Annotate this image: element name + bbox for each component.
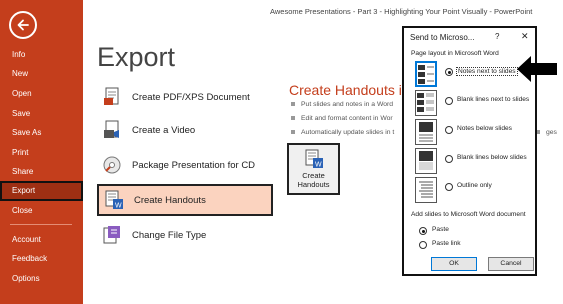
label-blank-lines-next[interactable]: Blank lines next to slides: [457, 96, 529, 103]
create-handouts-button-label-1: Create: [302, 171, 325, 180]
export-option-pdf[interactable]: Create PDF/XPS Document: [97, 82, 272, 112]
create-handouts-button[interactable]: W Create Handouts: [287, 143, 340, 195]
label-paste-link[interactable]: Paste link: [432, 240, 461, 247]
back-button[interactable]: [9, 11, 37, 39]
label-notes-below[interactable]: Notes below slides: [457, 125, 512, 132]
export-option-label: Create Handouts: [134, 194, 206, 206]
export-option-create-handouts[interactable]: W Create Handouts: [97, 184, 273, 216]
nav-save-as[interactable]: Save As: [0, 123, 83, 143]
label-paste[interactable]: Paste: [432, 226, 449, 233]
radio-paste-link[interactable]: [419, 241, 427, 249]
dialog-title: Send to Microso...: [410, 33, 475, 42]
radio-notes-below[interactable]: [445, 126, 453, 134]
page-title: Export: [97, 42, 176, 72]
radio-paste[interactable]: [419, 227, 427, 235]
backstage-sidebar: Info New Open Save Save As Print Share E…: [0, 0, 83, 304]
window-title: Awesome Presentations - Part 3 - Highlig…: [270, 7, 533, 16]
cd-icon: [102, 155, 122, 175]
handouts-bullet: Automatically update slides in t: [291, 129, 394, 136]
layout-thumb-blank-next[interactable]: [415, 90, 437, 116]
pdf-document-icon: [102, 87, 122, 107]
nav-save[interactable]: Save: [0, 104, 83, 124]
file-type-icon: [102, 225, 122, 245]
nav-share[interactable]: Share: [0, 162, 83, 182]
layout-thumb-notes-next[interactable]: [415, 61, 437, 87]
label-notes-next-to-slides[interactable]: Notes next to slides: [456, 67, 518, 76]
add-slides-heading: Add slides to Microsoft Word document: [411, 211, 526, 218]
nav-feedback[interactable]: Feedback: [0, 249, 83, 269]
sidebar-divider: [10, 224, 72, 225]
export-option-label: Create PDF/XPS Document: [132, 91, 250, 103]
handouts-icon: W: [305, 149, 323, 169]
label-outline-only[interactable]: Outline only: [457, 182, 492, 189]
svg-text:W: W: [115, 203, 122, 210]
create-handouts-button-label-2: Handouts: [297, 180, 330, 189]
handouts-icon: W: [104, 190, 124, 210]
export-option-package-cd[interactable]: Package Presentation for CD: [97, 150, 272, 180]
radio-notes-next-to-slides[interactable]: [445, 68, 453, 76]
export-option-label: Change File Type: [132, 229, 207, 241]
radio-outline-only[interactable]: [445, 183, 453, 191]
radio-blank-lines-below[interactable]: [445, 155, 453, 163]
layout-thumb-blank-below[interactable]: [415, 148, 437, 174]
export-option-label: Create a Video: [132, 124, 196, 136]
nav-account[interactable]: Account: [0, 230, 83, 250]
page-layout-heading: Page layout in Microsoft Word: [411, 50, 499, 57]
handouts-bullet-overflow: ges: [536, 129, 557, 136]
svg-text:W: W: [315, 162, 322, 169]
nav-open[interactable]: Open: [0, 84, 83, 104]
radio-blank-lines-next[interactable]: [445, 97, 453, 105]
nav-export[interactable]: Export: [0, 181, 83, 201]
help-button[interactable]: ?: [495, 32, 499, 41]
nav-close[interactable]: Close: [0, 201, 83, 221]
label-blank-lines-below[interactable]: Blank lines below slides: [457, 154, 527, 161]
layout-thumb-notes-below[interactable]: [415, 119, 437, 145]
handouts-bullet: Put slides and notes in a Word: [291, 101, 393, 108]
nav-options[interactable]: Options: [0, 269, 83, 289]
cancel-button[interactable]: Cancel: [488, 257, 534, 271]
layout-thumb-outline[interactable]: [415, 177, 437, 203]
nav-new[interactable]: New: [0, 64, 83, 84]
video-icon: [102, 120, 122, 140]
close-icon[interactable]: ✕: [521, 31, 529, 42]
handouts-bullet: Edit and format content in Wor: [291, 115, 393, 122]
back-arrow-icon: [17, 19, 29, 31]
export-option-label: Package Presentation for CD: [132, 159, 256, 171]
nav-print[interactable]: Print: [0, 143, 83, 163]
nav-info[interactable]: Info: [0, 45, 83, 65]
export-option-video[interactable]: Create a Video: [97, 115, 272, 145]
ok-button[interactable]: OK: [431, 257, 477, 271]
callout-arrow-icon: [517, 56, 557, 82]
export-option-change-file-type[interactable]: Change File Type: [97, 220, 272, 250]
